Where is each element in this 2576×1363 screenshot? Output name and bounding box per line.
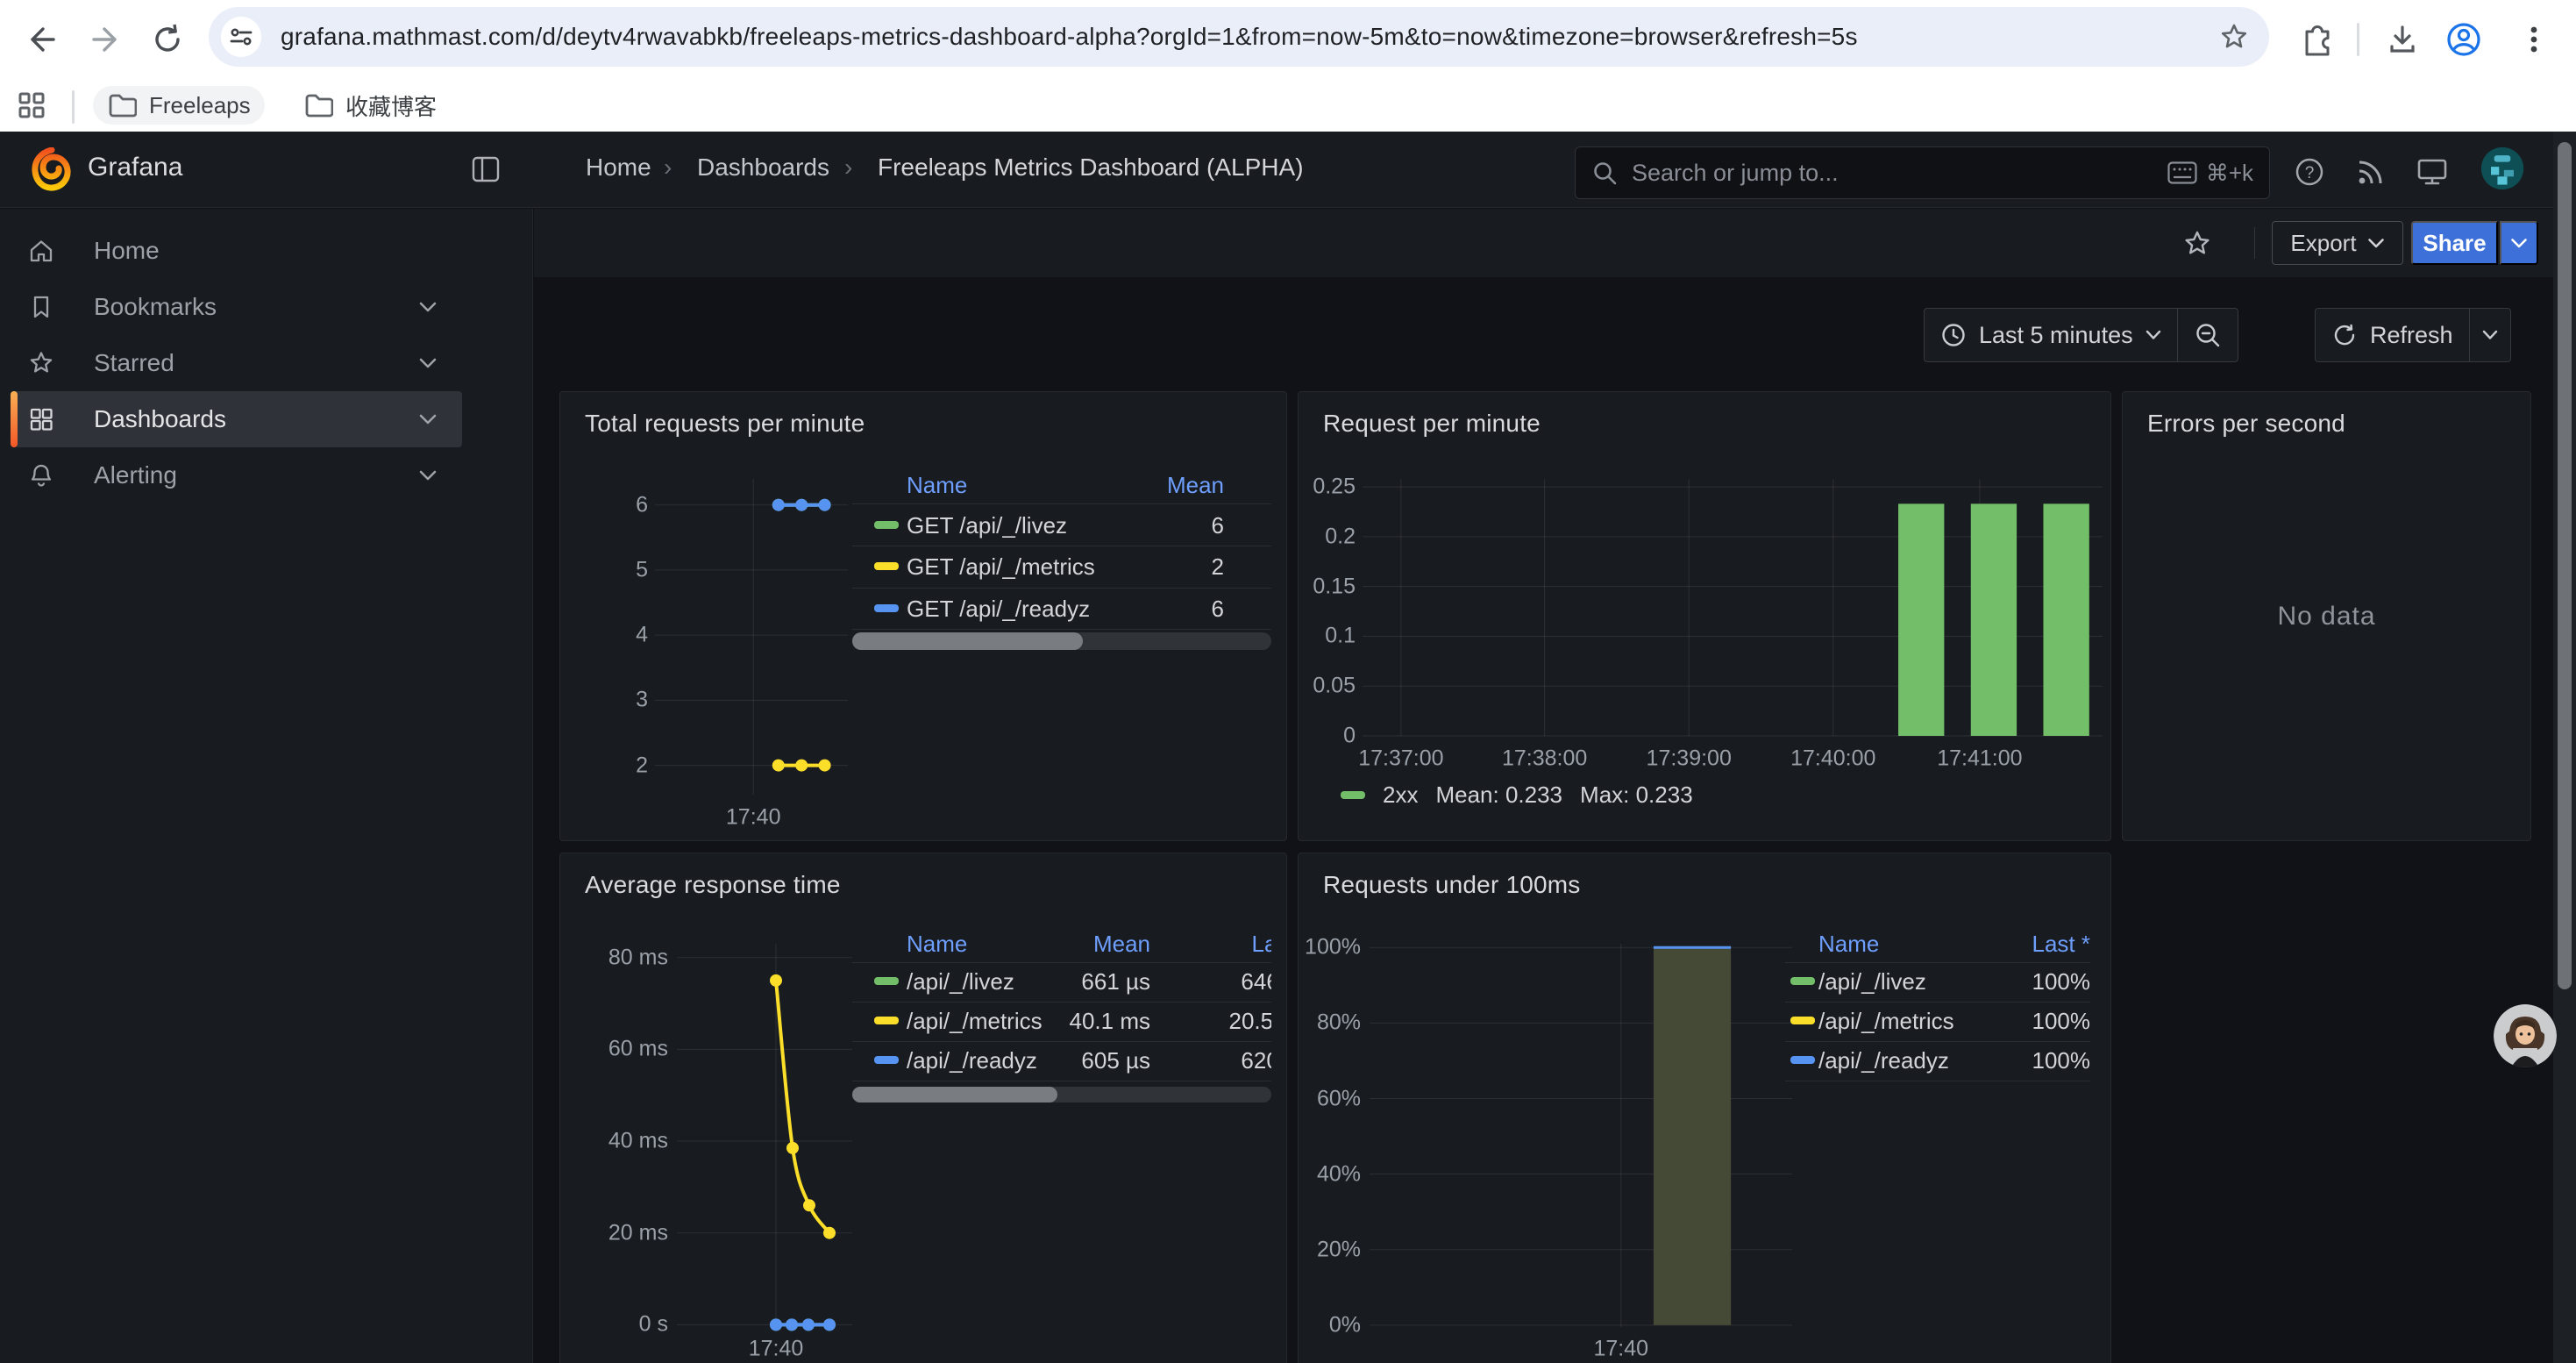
svg-text:?: ?	[2305, 164, 2315, 182]
refresh-button[interactable]: Refresh	[2316, 309, 2469, 361]
page-scrollbar[interactable]	[2553, 132, 2576, 1363]
breadcrumb-home[interactable]: Home	[586, 153, 651, 182]
chevron-down-icon	[2482, 330, 2498, 340]
forward-button[interactable]	[81, 15, 130, 64]
sidebar-item-alerting[interactable]: Alerting	[11, 447, 462, 503]
monitor-icon[interactable]	[2409, 149, 2455, 195]
browser-chrome: grafana.mathmast.com/d/deytv4rwavabkb/fr…	[0, 0, 2576, 132]
grafana-header: Grafana Home › Dashboards › Freeleaps Me…	[0, 132, 2576, 208]
dashboard-canvas: Last 5 minutes Refresh Total requests pe…	[534, 277, 2576, 1363]
back-button[interactable]	[18, 15, 67, 64]
zoom-out-button[interactable]	[2178, 309, 2238, 361]
bookmark-label: 收藏博客	[345, 89, 437, 122]
sidebar-item-bookmarks[interactable]: Bookmarks	[11, 279, 462, 335]
chart-requests-under-100ms: 100%80%60%40%20%0%17:40NameLast */api/_/…	[1299, 853, 2110, 1363]
url-bar[interactable]: grafana.mathmast.com/d/deytv4rwavabkb/fr…	[209, 7, 2269, 67]
sidebar-item-starred[interactable]: Starred	[11, 335, 462, 391]
help-icon[interactable]: ?	[2287, 149, 2332, 195]
chevron-down-icon	[2145, 330, 2161, 340]
download-icon[interactable]	[2378, 15, 2427, 64]
share-dropdown-button[interactable]	[2500, 221, 2538, 265]
chart-total-requests: 6543217:40NameMeanGET /api/_/livez6GET /…	[560, 392, 1286, 840]
export-button[interactable]: Export	[2272, 221, 2403, 265]
clock-icon	[1940, 322, 1967, 348]
chart-request-per-minute: 0.250.20.150.10.05017:37:0017:38:0017:39…	[1299, 392, 2110, 840]
share-button[interactable]: Share	[2411, 221, 2498, 265]
collapse-sidebar-icon[interactable]	[472, 156, 500, 182]
breadcrumb-dashboards[interactable]: Dashboards	[697, 153, 829, 182]
reload-button[interactable]	[143, 15, 192, 64]
apps-grid-icon[interactable]	[12, 86, 51, 125]
chart-errors-per-second: No data	[2123, 392, 2530, 840]
page-root: grafana.mathmast.com/d/deytv4rwavabkb/fr…	[0, 0, 2576, 1363]
time-range-picker[interactable]: Last 5 minutes	[1924, 308, 2238, 362]
search-shortcut: ⌘+k	[2167, 160, 2253, 187]
assistant-avatar[interactable]	[2494, 1004, 2557, 1067]
browser-menu-icon[interactable]	[2509, 15, 2558, 64]
sidebar-item-dashboards[interactable]: Dashboards	[11, 391, 462, 447]
sidebar: Home Bookmarks Starred Dashboards Alerti…	[0, 209, 533, 1363]
favorite-star-icon[interactable]	[2178, 226, 2217, 261]
brand-name[interactable]: Grafana	[88, 153, 182, 182]
scrollbar-thumb[interactable]	[2558, 142, 2572, 989]
search-placeholder: Search or jump to...	[1632, 160, 1839, 187]
user-avatar[interactable]	[2480, 146, 2525, 191]
zoom-out-icon	[2194, 321, 2222, 349]
bookmarks-bar: Freeleaps 收藏博客	[0, 79, 2576, 132]
panel-average-response-time: Average response time 80 ms60 ms40 ms20 …	[559, 853, 1287, 1363]
sidebar-item-home[interactable]: Home	[11, 223, 462, 279]
site-settings-icon[interactable]	[221, 17, 261, 57]
profile-icon[interactable]	[2439, 15, 2488, 64]
refresh-icon	[2331, 322, 2358, 348]
panel-total-requests-per-minute: Total requests per minute 6543217:40Name…	[559, 391, 1287, 841]
grafana-logo[interactable]	[32, 147, 72, 191]
search-icon	[1591, 160, 1618, 186]
refresh-interval-dropdown[interactable]	[2470, 309, 2510, 361]
dashboard-toolbar: Export Share	[534, 209, 2576, 277]
refresh-button-group[interactable]: Refresh	[2315, 308, 2511, 362]
panel-request-per-minute: Request per minute 0.250.20.150.10.05017…	[1298, 391, 2111, 841]
breadcrumb-current: Freeleaps Metrics Dashboard (ALPHA)	[878, 153, 1304, 182]
rss-icon[interactable]	[2348, 149, 2394, 195]
keyboard-icon	[2167, 161, 2197, 184]
bookmark-folder-freeleaps[interactable]: Freeleaps	[93, 86, 265, 125]
bookmark-label: Freeleaps	[149, 92, 251, 119]
chart-average-response-time: 80 ms60 ms40 ms20 ms0 s17:40NameMeanLast…	[560, 853, 1286, 1363]
panel-requests-under-100ms: Requests under 100ms 100%80%60%40%20%0%1…	[1298, 853, 2111, 1363]
extensions-icon[interactable]	[2292, 15, 2341, 64]
panel-errors-per-second: Errors per second No data	[2122, 391, 2531, 841]
bookmark-folder-blogs[interactable]: 收藏博客	[289, 86, 451, 125]
url-text: grafana.mathmast.com/d/deytv4rwavabkb/fr…	[281, 23, 1858, 51]
search-input[interactable]: Search or jump to... ⌘+k	[1575, 146, 2270, 199]
bookmark-star-icon[interactable]	[2213, 16, 2255, 58]
browser-toolbar: grafana.mathmast.com/d/deytv4rwavabkb/fr…	[0, 0, 2576, 79]
